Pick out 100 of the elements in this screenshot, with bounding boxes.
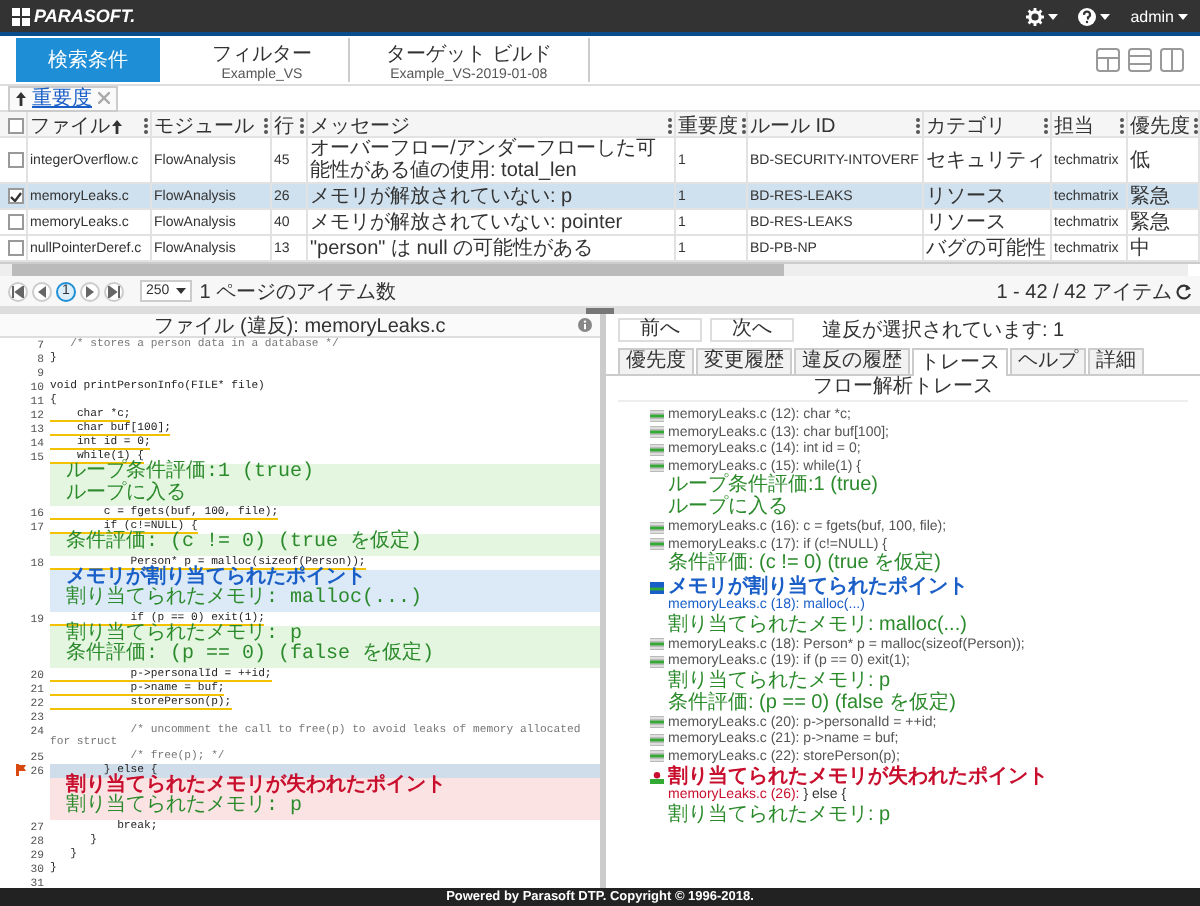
table-cell: セキュリティ (926, 149, 1046, 171)
checkmark-icon (9, 191, 21, 201)
last-page-button[interactable] (104, 281, 124, 301)
sort-chip-label[interactable]: 重要度 (32, 87, 92, 109)
annotation-text: 割り当てられたメモリ: malloc(...) (66, 590, 425, 611)
trace-detail: 割り当てられたメモリ: malloc(...) (666, 613, 967, 635)
tab[interactable]: 変更履歴 (696, 348, 792, 374)
column-header[interactable]: 行 (274, 112, 294, 140)
item-range: 1 - 42 / 42 アイテム (996, 279, 1172, 305)
user-menu-button[interactable]: admin (1130, 7, 1188, 25)
column-header[interactable]: 担当 (1054, 112, 1094, 140)
table-cell: "person" は null の可能性がある (310, 237, 594, 259)
step-icon (650, 638, 664, 651)
settings-icon (1026, 7, 1045, 25)
tab[interactable]: ヘルプ (1010, 348, 1086, 374)
toolbar-tab[interactable]: 検索条件 (16, 38, 160, 82)
step-icon (650, 716, 664, 729)
caret-icon (1048, 13, 1059, 19)
tab[interactable]: 詳細 (1088, 348, 1144, 374)
last-page-icon (108, 285, 120, 297)
trace-event[interactable]: メモリが割り当てられたポイント (668, 576, 968, 598)
step-icon (650, 655, 664, 668)
first-page-button[interactable] (8, 281, 28, 301)
checkbox[interactable] (7, 240, 23, 256)
layout-icon[interactable] (1160, 48, 1184, 72)
table-cell: メモリが解放されていない: p (310, 185, 573, 207)
step-icon (650, 521, 664, 534)
page-size-label: 1 ページのアイテム数 (199, 279, 397, 305)
splitter-handle-icon[interactable] (586, 307, 614, 313)
trace-detail: ループに入る (666, 496, 790, 518)
annotation-text: 条件評価: (c != 0) (true を仮定) (66, 534, 425, 555)
panel-title: ファイル (違反): memoryLeaks.c (154, 313, 446, 337)
annotation-text: ループ条件評価:1 (true) (66, 464, 317, 484)
next-page-icon (84, 285, 96, 297)
settings-button[interactable] (1026, 7, 1059, 25)
help-button[interactable] (1078, 7, 1111, 25)
annotation-text: 条件評価: (p == 0) (false を仮定) (66, 646, 437, 667)
column-header[interactable]: ファイル (30, 112, 122, 140)
trace-detail: 割り当てられたメモリ: p (666, 669, 893, 691)
table-cell: リソース (926, 211, 1006, 233)
layout-icon[interactable] (1128, 48, 1152, 72)
annotation-text: ループに入る (66, 485, 188, 506)
previous-page-icon (36, 285, 48, 297)
allocation-icon (650, 581, 664, 593)
checkbox[interactable] (7, 188, 23, 204)
step-icon (650, 733, 664, 746)
table-cell: 低 (1130, 149, 1150, 171)
step-icon (650, 460, 664, 473)
trace-detail: ループ条件評価:1 (true) (666, 474, 881, 496)
sort-arrow-icon (16, 91, 26, 105)
nav-button[interactable]: 次へ (710, 318, 794, 342)
table-cell-text: オーバーフロー/アンダーフローした可能性がある値の使用: total_len (310, 138, 658, 182)
table-cell: 緊急 (1130, 211, 1170, 233)
column-header[interactable]: 優先度 (1130, 112, 1190, 140)
horizontal-scrollbar[interactable] (0, 264, 1188, 276)
first-page-icon (12, 285, 24, 297)
table-cell: メモリが解放されていない: pointer (310, 211, 623, 233)
checkbox[interactable] (7, 118, 23, 134)
logo-icon (12, 7, 30, 25)
table-cell: 中 (1130, 237, 1150, 259)
violation-marker-icon (14, 764, 27, 776)
tab[interactable]: 違反の履歴 (794, 348, 910, 374)
refresh-icon[interactable] (1176, 283, 1192, 299)
sort-chip[interactable]: 重要度 (8, 85, 118, 111)
step-icon (650, 426, 664, 439)
leak-icon (650, 771, 664, 783)
caret-icon (175, 288, 186, 294)
selection-status: 違反が選択されています: 1 (822, 317, 1065, 344)
checkbox[interactable] (7, 214, 23, 230)
step-icon (650, 443, 664, 456)
column-header[interactable]: ルール ID (750, 112, 836, 140)
caret-icon (1178, 13, 1188, 19)
tab[interactable]: 優先度 (618, 348, 694, 374)
table-cell: リソース (926, 185, 1006, 207)
column-header[interactable]: 重要度 (678, 112, 738, 140)
nav-button[interactable]: 前へ (618, 318, 702, 342)
trace-event[interactable]: 割り当てられたメモリが失われたポイント (668, 766, 1048, 788)
step-icon (650, 750, 664, 763)
help-icon (1078, 7, 1097, 25)
info-icon[interactable] (578, 318, 592, 332)
trace-detail: 条件評価: (c != 0) (true を仮定) (666, 552, 943, 574)
table-cell: バグの可能性 (926, 237, 1046, 259)
annotation-text: 割り当てられたメモリ: p (66, 798, 305, 819)
step-icon (650, 538, 664, 551)
tab[interactable]: トレース (912, 348, 1008, 376)
step-icon (650, 409, 664, 422)
table-cell: 緊急 (1130, 185, 1170, 207)
layout-icon[interactable] (1096, 48, 1120, 72)
checkbox[interactable] (7, 152, 23, 168)
column-header[interactable]: カテゴリ (926, 112, 1006, 140)
column-header[interactable]: モジュール (154, 112, 254, 140)
caret-icon (1100, 13, 1111, 19)
sort-arrow-icon (112, 119, 122, 133)
previous-page-button[interactable] (32, 281, 52, 301)
trace-detail: 条件評価: (p == 0) (false を仮定) (666, 691, 958, 713)
logo: PARASOFT. (34, 6, 136, 26)
trace-detail: 割り当てられたメモリ: p (666, 803, 893, 825)
next-page-button[interactable] (80, 281, 100, 301)
trace-title: フロー解析トレース (618, 376, 1188, 402)
column-header[interactable]: メッセージ (310, 112, 410, 140)
